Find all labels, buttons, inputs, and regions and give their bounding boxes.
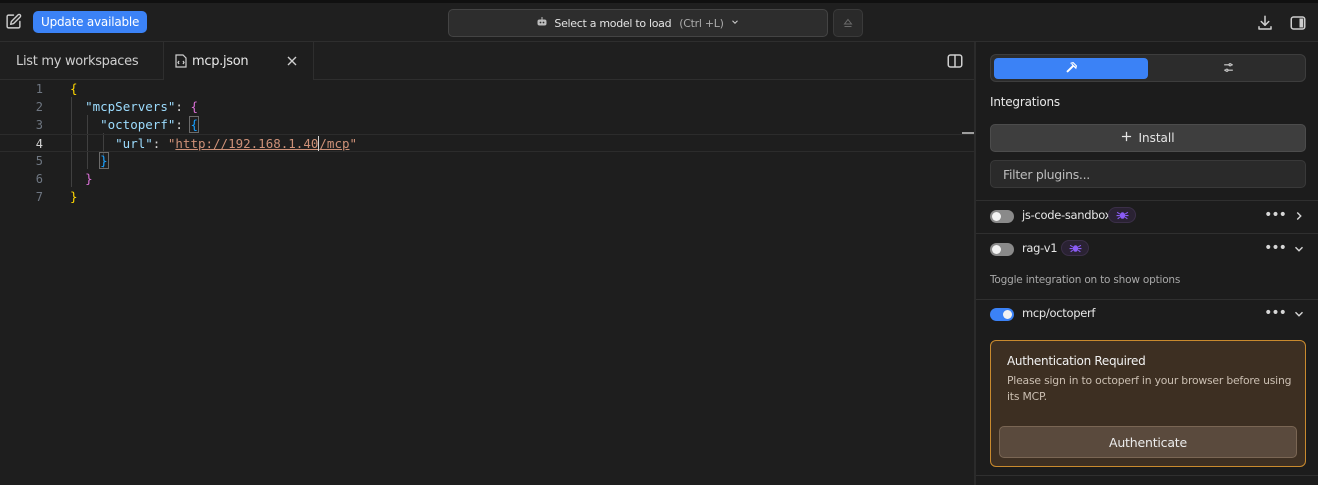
plugin-row-js-code-sandbox: js-code-sandbox ••• [976, 200, 1318, 233]
authenticate-button[interactable]: Authenticate [999, 426, 1297, 458]
line-number: 7 [35, 190, 43, 204]
integrations-panel: Integrations Install js-code-sandbox •••… [976, 42, 1318, 485]
bug-icon [1108, 207, 1136, 223]
divider [976, 475, 1318, 476]
sliders-icon [1222, 59, 1235, 78]
code-line-current: 4 "url": "http://192.168.1.40/mcp" [0, 134, 974, 152]
more-options-icon[interactable]: ••• [1264, 305, 1287, 321]
plus-icon [1121, 131, 1132, 145]
code-text: { [70, 81, 78, 96]
bug-icon [1061, 240, 1089, 256]
top-bar: Update available Select a model to load … [0, 0, 1318, 42]
chevron-right-icon[interactable] [1292, 208, 1306, 222]
chevron-down-icon[interactable] [1292, 241, 1306, 255]
update-available-button[interactable]: Update available [33, 11, 148, 33]
plugin-toggle[interactable] [990, 243, 1014, 256]
scroll-marker [962, 132, 974, 134]
tab-mcp-json[interactable]: mcp.json [164, 42, 314, 80]
code-text: "url": "http://192.168.1.40/mcp" [115, 136, 358, 151]
eject-button[interactable] [833, 9, 863, 37]
tab-settings[interactable] [1151, 58, 1305, 79]
code-text: } [99, 152, 109, 169]
split-editor-icon[interactable] [946, 52, 964, 70]
chevron-down-icon [730, 17, 740, 30]
filter-plugins-input[interactable] [990, 160, 1306, 188]
panel-segmented-control [990, 54, 1306, 82]
json-file-icon [175, 54, 187, 68]
plugin-toggle[interactable] [990, 210, 1014, 223]
line-number: 5 [35, 154, 43, 168]
plugin-name: mcp/octoperf [1022, 306, 1096, 320]
download-icon[interactable] [1256, 14, 1274, 32]
plugin-row-rag-v1: rag-v1 ••• [976, 233, 1318, 266]
line-number: 1 [35, 82, 43, 96]
code-line: 6 } [0, 170, 974, 188]
line-number: 2 [35, 100, 43, 114]
plugin-toggle[interactable] [990, 308, 1014, 321]
more-options-icon[interactable]: ••• [1264, 207, 1287, 223]
edit-icon[interactable] [4, 12, 22, 30]
code-text: "octoperf": { [100, 116, 199, 133]
tab-list-my-workspaces[interactable]: List my workspaces [0, 42, 164, 80]
code-text: } [70, 189, 78, 204]
tab-bar: List my workspaces mcp.json [0, 42, 974, 80]
robot-icon [536, 16, 548, 30]
authentication-required-box: Authentication Required Please sign in t… [990, 340, 1306, 467]
auth-description: Please sign in to octoperf in your brows… [1007, 374, 1292, 403]
tab-label: mcp.json [192, 53, 249, 69]
tab-integrations[interactable] [994, 58, 1148, 79]
code-editor[interactable]: 1 { 2 "mcpServers": { 3 "octoperf": { 4 … [0, 80, 974, 485]
code-line: 1 { [0, 80, 974, 98]
hammer-icon [1065, 59, 1078, 78]
code-text: } [85, 171, 93, 186]
code-line: 7 } [0, 188, 974, 206]
more-options-icon[interactable]: ••• [1264, 240, 1287, 256]
code-line: 2 "mcpServers": { [0, 98, 974, 116]
line-number: 3 [35, 118, 43, 132]
eject-icon [842, 14, 854, 33]
close-icon[interactable] [285, 54, 299, 68]
plugin-name: rag-v1 [1022, 241, 1058, 255]
model-select-label: Select a model to load [554, 16, 672, 30]
chevron-down-icon[interactable] [1292, 306, 1306, 320]
tab-label: List my workspaces [16, 53, 139, 69]
auth-title: Authentication Required [1007, 354, 1146, 368]
code-line: 5 } [0, 152, 974, 170]
plugin-hint-text: Toggle integration on to show options [990, 274, 1181, 286]
sidebar-toggle-icon[interactable] [1289, 14, 1307, 32]
plugin-row-mcp-octoperf: mcp/octoperf ••• [976, 298, 1318, 331]
model-selector[interactable]: Select a model to load (Ctrl +L) [448, 9, 828, 37]
panel-title: Integrations [990, 95, 1060, 109]
line-number: 6 [35, 172, 43, 186]
model-select-shortcut: (Ctrl +L) [679, 16, 724, 30]
code-line: 3 "octoperf": { [0, 116, 974, 134]
code-text: "mcpServers": { [85, 99, 198, 114]
plugin-name: js-code-sandbox [1022, 208, 1112, 222]
install-label: Install [1138, 131, 1175, 145]
install-button[interactable]: Install [990, 124, 1306, 152]
line-number: 4 [35, 137, 43, 151]
